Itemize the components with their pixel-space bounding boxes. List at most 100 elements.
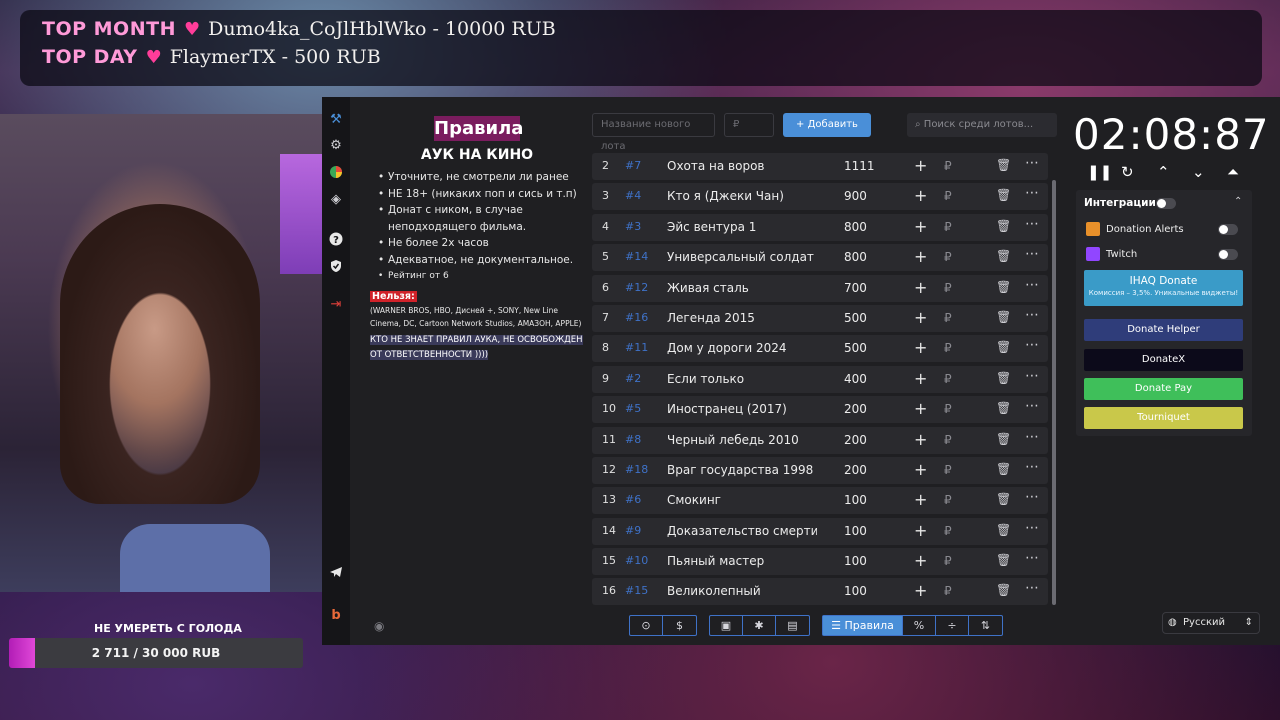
lot-row[interactable]: 8 #11 Дом у дороги 2024 500 + ₽ 🗑 ⋯ xyxy=(592,335,1048,363)
more-icon[interactable]: ⋯ xyxy=(1025,368,1039,384)
lot-amount[interactable]: 200 xyxy=(844,402,867,416)
lot-amount[interactable]: 500 xyxy=(844,341,867,355)
hammer-icon[interactable]: ⚒ xyxy=(328,112,344,128)
trash-icon[interactable]: 🗑 xyxy=(996,523,1011,537)
lot-add-amount-input[interactable]: ₽ xyxy=(944,220,952,234)
lot-amount[interactable]: 500 xyxy=(844,311,867,325)
more-icon[interactable]: ⋯ xyxy=(1025,550,1039,566)
plus-icon[interactable]: + xyxy=(914,217,927,236)
more-icon[interactable]: ⋯ xyxy=(1025,489,1039,505)
lot-row[interactable]: 14 #9 Доказательство смерти. Уэ 100 + ₽ 🗑 ⋯ xyxy=(592,517,1048,545)
rules-toggle-button[interactable]: ☰ Правила xyxy=(823,616,903,635)
pause-icon[interactable]: ❚❚ xyxy=(1087,163,1112,181)
save-icon[interactable]: ▣ xyxy=(710,616,743,635)
lot-amount[interactable]: 1111 xyxy=(844,159,875,173)
donation-alerts-toggle[interactable] xyxy=(1218,224,1238,235)
lot-row[interactable]: 16 #15 Великолепный 100 + ₽ 🗑 ⋯ xyxy=(592,578,1048,606)
donatex-button[interactable]: DonateX xyxy=(1084,349,1243,371)
more-icon[interactable]: ⋯ xyxy=(1025,246,1039,262)
telegram-icon[interactable] xyxy=(328,565,344,581)
percent-icon[interactable]: % xyxy=(903,616,936,635)
trash-icon[interactable]: 🗑 xyxy=(996,188,1011,202)
lot-name[interactable]: Пьяный мастер xyxy=(667,554,817,568)
lot-add-amount-input[interactable]: ₽ xyxy=(944,189,952,203)
lot-row[interactable]: 10 #5 Иностранец (2017) 200 + ₽ 🗑 ⋯ xyxy=(592,396,1048,424)
trash-icon[interactable]: 🗑 xyxy=(996,219,1011,233)
donate-pay-button[interactable]: Donate Pay xyxy=(1084,378,1243,400)
dollar-icon[interactable]: $ xyxy=(663,616,696,635)
lot-amount[interactable]: 100 xyxy=(844,524,867,538)
lot-name[interactable]: Черный лебедь 2010 xyxy=(667,433,817,447)
lot-name[interactable]: Великолепный xyxy=(667,584,817,598)
plus-icon[interactable]: + xyxy=(914,490,927,509)
wheel-icon[interactable] xyxy=(328,165,344,181)
trash-icon[interactable]: 🗑 xyxy=(996,432,1011,446)
lot-name[interactable]: Доказательство смерти. Уэ xyxy=(667,524,817,538)
lot-amount[interactable]: 800 xyxy=(844,250,867,264)
lot-name[interactable]: Дом у дороги 2024 xyxy=(667,341,817,355)
lot-name[interactable]: Универсальный солдат xyxy=(667,250,817,264)
plus-icon[interactable]: + xyxy=(914,551,927,570)
plus-icon[interactable]: + xyxy=(914,247,927,266)
donate-helper-button[interactable]: Donate Helper xyxy=(1084,319,1243,341)
lot-add-amount-input[interactable]: ₽ xyxy=(944,402,952,416)
more-icon[interactable]: ⋯ xyxy=(1025,459,1039,475)
plus-icon[interactable]: + xyxy=(914,581,927,600)
more-icon[interactable]: ⋯ xyxy=(1025,307,1039,323)
plus-icon[interactable]: + xyxy=(914,186,927,205)
lots-scrollbar[interactable] xyxy=(1052,180,1056,605)
plus-icon[interactable]: + xyxy=(914,399,927,418)
lot-add-amount-input[interactable]: ₽ xyxy=(944,341,952,355)
lot-add-amount-input[interactable]: ₽ xyxy=(944,584,952,598)
more-icon[interactable]: ⋯ xyxy=(1025,520,1039,536)
trash-icon[interactable]: 🗑 xyxy=(996,310,1011,324)
lot-row[interactable]: 9 #2 Если только 400 + ₽ 🗑 ⋯ xyxy=(592,365,1048,393)
logout-icon[interactable]: ⇥ xyxy=(328,297,344,313)
lot-amount[interactable]: 700 xyxy=(844,281,867,295)
boosty-icon[interactable]: b xyxy=(328,608,344,624)
lot-row[interactable]: 12 #18 Враг государства 1998 200 + ₽ 🗑 ⋯ xyxy=(592,456,1048,484)
lot-name[interactable]: Живая сталь xyxy=(667,281,817,295)
lot-amount[interactable]: 100 xyxy=(844,554,867,568)
lot-add-amount-input[interactable]: ₽ xyxy=(944,463,952,477)
lot-amount[interactable]: 400 xyxy=(844,372,867,386)
lot-name[interactable]: Если только xyxy=(667,372,817,386)
lot-add-amount-input[interactable]: ₽ xyxy=(944,372,952,386)
trash-icon[interactable]: 🗑 xyxy=(996,553,1011,567)
trash-icon[interactable]: 🗑 xyxy=(996,280,1011,294)
sort-icon[interactable]: ⇅ xyxy=(969,616,1002,635)
lot-name[interactable]: Кто я (Джеки Чан) xyxy=(667,189,817,203)
more-icon[interactable]: ⋯ xyxy=(1025,580,1039,596)
lot-add-amount-input[interactable]: ₽ xyxy=(944,493,952,507)
lot-add-amount-input[interactable]: ₽ xyxy=(944,554,952,568)
ihaq-donate-button[interactable]: IHAQ Donate Комиссия – 3,5%. Уникальные … xyxy=(1084,270,1243,306)
plus-icon[interactable]: + xyxy=(914,460,927,479)
lot-search-input[interactable]: ⌕ Поиск среди лотов... xyxy=(907,113,1057,137)
reset-icon[interactable]: ↻ xyxy=(1121,163,1134,181)
lot-row[interactable]: 5 #14 Универсальный солдат 800 + ₽ 🗑 ⋯ xyxy=(592,244,1048,272)
plus-icon[interactable]: + xyxy=(914,369,927,388)
more-icon[interactable]: ⋯ xyxy=(1025,155,1039,171)
trash-icon[interactable]: 🗑 xyxy=(996,401,1011,415)
trash-icon[interactable]: 🗑 xyxy=(996,158,1011,172)
trash-icon[interactable]: 🗑 xyxy=(996,249,1011,263)
lot-name[interactable]: Смокинг xyxy=(667,493,817,507)
lot-row[interactable]: 11 #8 Черный лебедь 2010 200 + ₽ 🗑 ⋯ xyxy=(592,426,1048,454)
tourniquet-button[interactable]: Tourniquet xyxy=(1084,407,1243,429)
lot-amount[interactable]: 200 xyxy=(844,433,867,447)
plus-icon[interactable]: + xyxy=(914,156,927,175)
help-icon[interactable]: ? xyxy=(328,232,344,248)
layers-icon[interactable]: ◈ xyxy=(328,192,344,208)
more-icon[interactable]: ⋯ xyxy=(1025,337,1039,353)
lot-name[interactable]: Охота на воров xyxy=(667,159,817,173)
plus-icon[interactable]: + xyxy=(914,521,927,540)
lot-row[interactable]: 2 #7 Охота на воров 1111 + ₽ 🗑 ⋯ xyxy=(592,153,1048,180)
lot-add-amount-input[interactable]: ₽ xyxy=(944,281,952,295)
lot-name[interactable]: Эйс вентура 1 xyxy=(667,220,817,234)
trash-icon[interactable]: 🗑 xyxy=(996,492,1011,506)
gear-icon[interactable]: ⚙ xyxy=(328,138,344,154)
more-icon[interactable]: ⋯ xyxy=(1025,277,1039,293)
trash-icon[interactable]: 🗑 xyxy=(996,340,1011,354)
trash-icon[interactable]: 🗑 xyxy=(996,371,1011,385)
more-icon[interactable]: ⋯ xyxy=(1025,185,1039,201)
